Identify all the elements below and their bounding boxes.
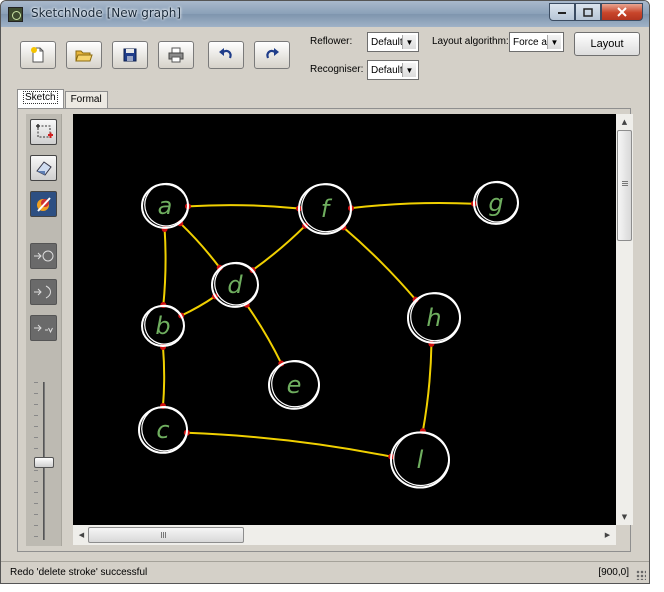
graph-edge-f-h [342,226,417,301]
graph-node-c-label: c [156,416,169,444]
redo-button[interactable] [254,41,290,69]
graph-node-a-label: a [158,192,173,220]
tab-formal[interactable]: Formal [64,91,108,109]
graph-edge-a-d [179,222,221,269]
caption-buttons [549,3,643,22]
window-title: SketchNode [New graph] [31,6,182,20]
add-node-tool[interactable] [30,243,57,269]
tab-strip: Sketch Formal [17,89,109,109]
tab-formal-label: Formal [70,94,102,105]
erase-tool[interactable] [30,155,57,181]
graph-edge-a-b [162,227,167,307]
chevron-down-icon: ▼ [402,63,416,77]
save-disk-icon [123,48,137,62]
graph-edge-c-i [185,431,393,458]
vertical-scroll-thumb[interactable] [617,130,632,241]
scroll-down-arrow-icon[interactable]: ▼ [616,509,633,525]
chevron-down-icon: ▼ [402,35,416,49]
resize-grip[interactable] [636,570,646,580]
horizontal-scroll-thumb[interactable] [88,527,244,543]
printer-icon [168,47,184,63]
recogniser-select[interactable]: Default ▼ [367,60,419,80]
graph-edge-d-e [245,303,283,365]
new-file-icon [31,47,44,63]
pen-color-icon [36,197,51,212]
recogniser-label: Recogniser: [310,64,364,75]
graph-edge-f-d [251,224,307,272]
tab-sketch-label: Sketch [23,91,58,104]
maximize-icon [583,7,593,17]
graph-edge-b-c [162,346,166,407]
arrow-text-icon [33,324,53,334]
open-folder-icon [75,50,93,62]
app-window: SketchNode [New graph] Reflower: Default… [0,0,650,584]
minimize-button[interactable] [549,3,575,21]
reflower-label: Reflower: [310,36,353,47]
arrow-arc-icon [33,285,51,299]
eraser-icon [35,161,52,176]
select-region-tool[interactable] [30,119,57,145]
maximize-button[interactable] [575,3,601,21]
sketch-panel: a b c d e f g h l ▲ ▼ ◀ ▶ [17,108,633,552]
layout-algorithm-value: Force a [513,36,547,48]
minimize-icon [558,12,566,14]
recogniser-value: Default [371,64,403,76]
graph-node-g-label: g [488,189,503,217]
scroll-up-arrow-icon[interactable]: ▲ [616,114,633,130]
graph-node-f-label: f [321,195,333,223]
close-button[interactable] [601,3,643,21]
add-arc-tool[interactable] [30,279,57,305]
arrow-node-icon [33,250,53,262]
reflower-select[interactable]: Default ▼ [367,32,419,52]
graph-edge-f-g [349,202,476,210]
reflower-value: Default [371,36,403,48]
title-bar[interactable]: SketchNode [New graph] [1,1,649,27]
undo-button[interactable] [208,41,244,69]
vertical-scrollbar[interactable]: ▲ ▼ [616,114,633,525]
chevron-down-icon: ▼ [547,35,561,49]
graph-edge-d-b [180,295,217,317]
graph-node-d-label: d [227,271,243,299]
sketch-canvas[interactable]: a b c d e f g h l [73,114,616,525]
selection-crop-icon [35,124,53,138]
graph-node-b-label: b [155,312,170,340]
graph-node-h-label: h [426,304,441,332]
graph-edge-h-i [421,342,433,433]
toolbar: Reflower: Default ▼ Layout algorithm: Fo… [1,27,649,91]
layout-algorithm-select[interactable]: Force a ▼ [509,32,564,52]
graph-edge-a-f [186,204,301,210]
status-coordinates: [900,0] [598,567,629,578]
add-text-tool[interactable] [30,315,57,341]
redo-arrow-icon [266,48,279,59]
layout-algorithm-label: Layout algorithm: [432,36,509,47]
scroll-right-arrow-icon[interactable]: ▶ [599,527,616,543]
layout-button[interactable]: Layout [574,32,640,56]
tool-palette [26,114,62,546]
undo-arrow-icon [219,48,232,59]
horizontal-scrollbar[interactable]: ◀ ▶ [73,525,616,545]
graph-drawing: a b c d e f g h l [138,180,519,489]
save-button[interactable] [112,41,148,69]
status-message: Redo 'delete stroke' successful [10,567,148,578]
print-button[interactable] [158,41,194,69]
close-icon [617,7,627,17]
tab-sketch[interactable]: Sketch [17,89,64,109]
status-bar: Redo 'delete stroke' successful [900,0] [1,561,649,583]
app-icon [8,7,23,22]
open-button[interactable] [66,41,102,69]
graph-node-e-label: e [287,371,302,399]
pen-tool[interactable] [30,191,57,217]
new-button[interactable] [20,41,56,69]
zoom-slider-thumb[interactable] [34,457,54,469]
graph-node-i-label: l [417,446,424,474]
